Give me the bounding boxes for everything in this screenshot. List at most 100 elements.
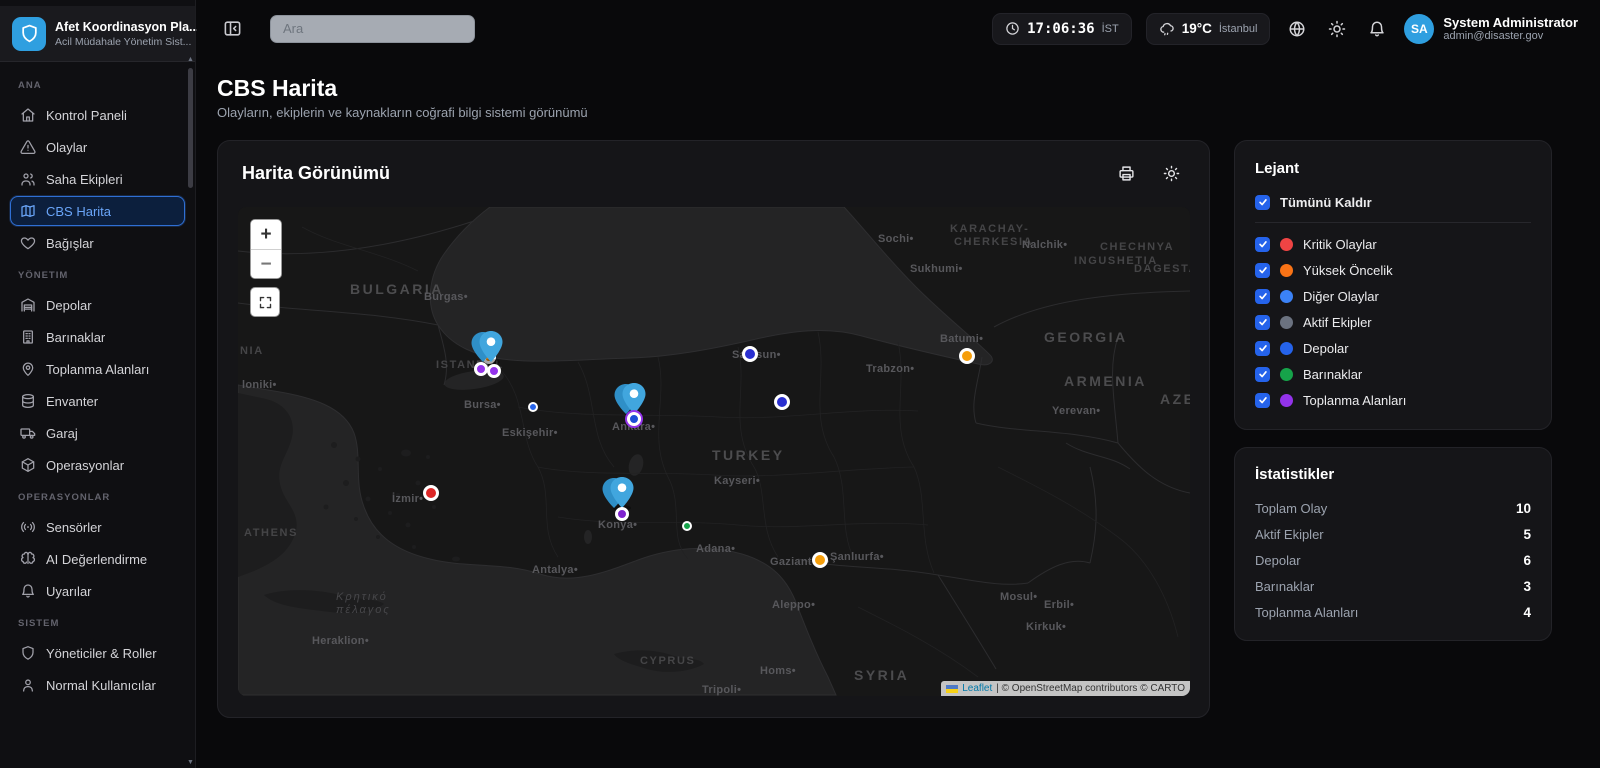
- statistics-title: İstatistikler: [1255, 466, 1531, 483]
- page-subtitle: Olayların, ekiplerin ve kaynakların coğr…: [217, 105, 588, 120]
- legend-item-label: Kritik Olaylar: [1303, 237, 1377, 252]
- sidebar-item-ba-lar[interactable]: Bağışlar: [10, 228, 185, 258]
- sidebar-item-envanter[interactable]: Envanter: [10, 386, 185, 416]
- legend-item-kritik-olaylar[interactable]: Kritik Olaylar: [1255, 231, 1531, 257]
- depot-samsun-marker[interactable]: [742, 346, 758, 362]
- sidebar-item-operasyonlar[interactable]: Operasyonlar: [10, 450, 185, 480]
- print-icon[interactable]: [1113, 160, 1140, 187]
- user-menu[interactable]: SA System Administrator admin@disaster.g…: [1404, 14, 1578, 44]
- sidebar-item-sens-rler[interactable]: Sensörler: [10, 512, 185, 542]
- sidebar-item-kontrol-paneli[interactable]: Kontrol Paneli: [10, 100, 185, 130]
- checkbox-checked-icon[interactable]: [1255, 393, 1270, 408]
- checkbox-checked-icon[interactable]: [1255, 289, 1270, 304]
- map-zoom-control: + −: [250, 219, 282, 279]
- sidebar-item-label: CBS Harita: [46, 204, 111, 219]
- legend-item-aktif-ekipler[interactable]: Aktif Ekipler: [1255, 309, 1531, 335]
- sidebar-item-toplanma-alanlar[interactable]: Toplanma Alanları: [10, 354, 185, 384]
- stat-label: Depolar: [1255, 553, 1301, 568]
- zoom-out-button[interactable]: −: [251, 249, 281, 278]
- checkbox-checked-icon[interactable]: [1255, 237, 1270, 252]
- main-content: CBS Harita Olayların, ekiplerin ve kayna…: [197, 57, 1600, 768]
- clock-time: 17:06:36: [1027, 21, 1094, 37]
- gathering-area-istanbul-1-marker[interactable]: [474, 362, 488, 376]
- stat-value: 10: [1516, 501, 1531, 516]
- database-icon: [20, 393, 36, 409]
- depot-eskisehir-marker[interactable]: [528, 402, 538, 412]
- legend-item-label: Depolar: [1303, 341, 1349, 356]
- legend-item-label: Yüksek Öncelik: [1303, 263, 1393, 278]
- leaflet-link[interactable]: Leaflet: [962, 683, 992, 694]
- map-card: Harita Görünümü: [217, 140, 1210, 718]
- map-theme-sun-icon[interactable]: [1158, 160, 1185, 187]
- clock-widget: 17:06:36 İST: [992, 13, 1132, 45]
- checkbox-checked-icon[interactable]: [1255, 315, 1270, 330]
- incident-high-gaziantep-marker[interactable]: [812, 552, 828, 568]
- home-icon: [20, 107, 36, 123]
- legend-title: Lejant: [1255, 160, 1531, 177]
- gathering-area-istanbul-2-marker[interactable]: [487, 364, 501, 378]
- incident-high-batumi-marker[interactable]: [959, 348, 975, 364]
- package-icon: [20, 457, 36, 473]
- sidebar-item-bar-naklar[interactable]: Barınaklar: [10, 322, 185, 352]
- legend-item-bar-naklar[interactable]: Barınaklar: [1255, 361, 1531, 387]
- sidebar-item-label: Depolar: [46, 298, 92, 313]
- sidebar-header: Afet Koordinasyon Pla... Acil Müdahale Y…: [0, 6, 195, 62]
- legend-item-toplanma-alanlar[interactable]: Toplanma Alanları: [1255, 387, 1531, 413]
- legend-items: Kritik Olaylar Yüksek Öncelik Diğer Olayla…: [1255, 231, 1531, 413]
- legend-item-depolar[interactable]: Depolar: [1255, 335, 1531, 361]
- sidebar-item-label: Operasyonlar: [46, 458, 124, 473]
- legend-item-di-er-olaylar[interactable]: Diğer Olaylar: [1255, 283, 1531, 309]
- fullscreen-button[interactable]: [250, 287, 280, 317]
- legend-color-dot: [1280, 238, 1293, 251]
- sidebar-item-cbs-harita[interactable]: CBS Harita: [10, 196, 185, 226]
- user-name: System Administrator: [1443, 15, 1578, 31]
- truck-icon: [20, 425, 36, 441]
- ukraine-flag-icon: [946, 685, 958, 693]
- search-input[interactable]: [270, 15, 475, 43]
- zoom-in-button[interactable]: +: [251, 220, 281, 249]
- statistics-panel: İstatistikler Toplam Olay10Aktif Ekipler…: [1234, 447, 1552, 641]
- scrollbar-thumb[interactable]: [188, 68, 193, 188]
- gathering-area-konya-marker[interactable]: [615, 507, 629, 521]
- sidebar-item-uyar-lar[interactable]: Uyarılar: [10, 576, 185, 606]
- incident-critical-izmir-marker[interactable]: [423, 485, 439, 501]
- depot-northeast-marker[interactable]: [774, 394, 790, 410]
- statistics-rows: Toplam Olay10Aktif Ekipler5Depolar6Barın…: [1255, 495, 1531, 625]
- sidebar-collapse-icon[interactable]: [223, 19, 242, 38]
- app-root: Afet Koordinasyon Pla... Acil Müdahale Y…: [0, 0, 1600, 768]
- sidebar-item-normal-kullan-c-lar[interactable]: Normal Kullanıcılar: [10, 670, 185, 700]
- scroll-down-arrow[interactable]: ▼: [187, 759, 194, 766]
- legend-color-dot: [1280, 316, 1293, 329]
- sidebar-item-saha-ekipleri[interactable]: Saha Ekipleri: [10, 164, 185, 194]
- stat-label: Barınaklar: [1255, 579, 1314, 594]
- sidebar-item-olaylar[interactable]: Olaylar: [10, 132, 185, 162]
- shelter-central-marker[interactable]: [682, 521, 692, 531]
- depot-ankara-marker[interactable]: [627, 412, 641, 426]
- checkbox-checked-icon[interactable]: [1255, 195, 1270, 210]
- sidebar-item-garaj[interactable]: Garaj: [10, 418, 185, 448]
- checkbox-checked-icon[interactable]: [1255, 263, 1270, 278]
- legend-item-label: Barınaklar: [1303, 367, 1362, 382]
- sidebar-item-label: Toplanma Alanları: [46, 362, 149, 377]
- checkbox-checked-icon[interactable]: [1255, 341, 1270, 356]
- checkbox-checked-icon[interactable]: [1255, 367, 1270, 382]
- avatar[interactable]: SA: [1404, 14, 1434, 44]
- sidebar-scrollbar[interactable]: ▲ ▼: [187, 60, 194, 764]
- scroll-up-arrow[interactable]: ▲: [187, 56, 194, 63]
- brain-icon: [20, 551, 36, 567]
- notifications-bell-icon[interactable]: [1364, 16, 1390, 42]
- leaflet-map[interactable]: BULGARIABurgas•NIAloniki•ISTANBULBursa•E…: [238, 207, 1190, 696]
- legend-item-y-ksek-ncelik[interactable]: Yüksek Öncelik: [1255, 257, 1531, 283]
- sidebar-item-ai-de-erlendirme[interactable]: AI Değerlendirme: [10, 544, 185, 574]
- sidebar-item-label: Sensörler: [46, 520, 102, 535]
- sidebar-item-y-neticiler-roller[interactable]: Yöneticiler & Roller: [10, 638, 185, 668]
- weather-temp: 19°C: [1182, 21, 1212, 36]
- theme-sun-icon[interactable]: [1324, 16, 1350, 42]
- legend-toggle-all[interactable]: Tümünü Kaldır: [1255, 189, 1531, 215]
- sidebar-item-depolar[interactable]: Depolar: [10, 290, 185, 320]
- section-label-ana: ANA: [10, 70, 185, 98]
- language-globe-icon[interactable]: [1284, 16, 1310, 42]
- stat-value: 4: [1523, 605, 1531, 620]
- stat-value: 3: [1523, 579, 1531, 594]
- sidebar-item-label: Bağışlar: [46, 236, 94, 251]
